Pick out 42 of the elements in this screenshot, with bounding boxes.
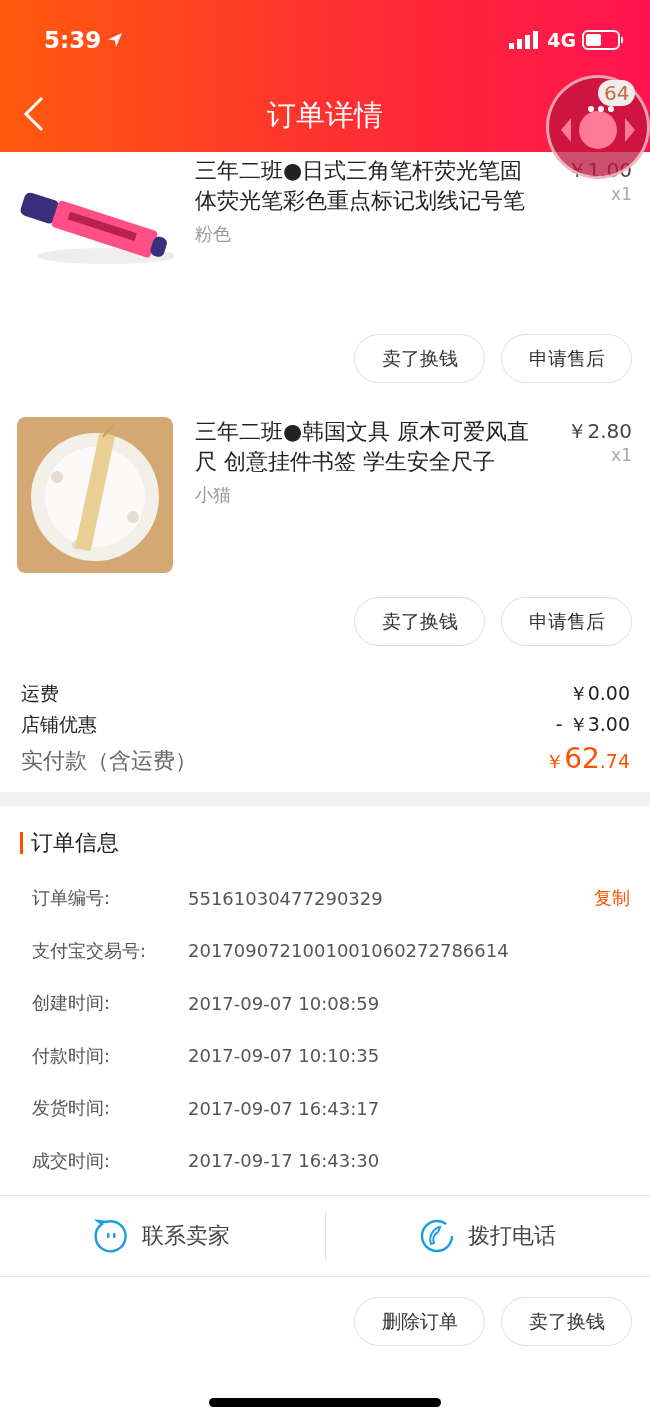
info-label: 支付宝交易号:	[32, 938, 148, 963]
info-value: 2017-09-17 16:43:30	[188, 1150, 381, 1172]
product-quantity: x1	[610, 445, 632, 465]
summary-label: 运费	[21, 681, 59, 706]
info-value: 2017-09-07 10:10:35	[188, 1045, 381, 1067]
total-amount: ￥62.74	[545, 742, 630, 775]
action-button[interactable]: 删除订单	[354, 1297, 485, 1346]
info-value: 2017-09-07 10:08:59	[188, 992, 381, 1014]
product-quantity: x1	[610, 184, 632, 204]
clock-time: 5:39	[44, 27, 102, 53]
action-button[interactable]: 卖了换钱	[354, 597, 485, 646]
info-value: 2017-09-07 16:43:17	[188, 1097, 381, 1119]
page-title: 订单详情	[267, 97, 383, 134]
smiley-chat-icon	[94, 1219, 129, 1253]
product-variant: 粉色	[195, 222, 232, 246]
product-variant: 小猫	[195, 483, 232, 507]
total-label: 实付款（含运费）	[21, 747, 197, 775]
info-label: 订单编号:	[32, 886, 112, 911]
action-button[interactable]: 申请售后	[501, 334, 632, 383]
info-label: 发货时间:	[32, 1096, 112, 1121]
info-label: 创建时间:	[32, 991, 112, 1016]
product-title[interactable]: 三年二班●韩国文具 原木可爱风直尺 创意挂件书签 学生安全尺子	[195, 417, 540, 477]
location-arrow-icon	[107, 32, 124, 48]
battery-icon	[582, 30, 624, 50]
product-price: ￥2.80	[566, 418, 632, 445]
network-label: 4G	[547, 29, 576, 51]
contact-button[interactable]: 联系卖家	[0, 1196, 325, 1276]
info-label: 成交时间:	[32, 1148, 112, 1173]
notification-badge: 64	[598, 80, 636, 106]
info-value: 2017090721001001060272786614	[188, 940, 510, 962]
action-button[interactable]: 申请售后	[501, 597, 632, 646]
phone-icon	[419, 1219, 454, 1253]
section-title: 订单信息	[31, 829, 119, 857]
info-label: 付款时间:	[32, 1043, 112, 1068]
info-value: 55161030477290329	[188, 887, 384, 909]
summary-value: - ￥3.00	[555, 712, 630, 737]
contact-button[interactable]: 拨打电话	[325, 1196, 650, 1276]
action-button[interactable]: 卖了换钱	[354, 334, 485, 383]
action-button[interactable]: 卖了换钱	[501, 1297, 632, 1346]
product-title[interactable]: 三年二班●日式三角笔杆荧光笔固体荧光笔彩色重点标记划线记号笔	[195, 156, 540, 216]
summary-label: 店铺优惠	[21, 712, 97, 737]
summary-value: ￥0.00	[568, 681, 630, 706]
